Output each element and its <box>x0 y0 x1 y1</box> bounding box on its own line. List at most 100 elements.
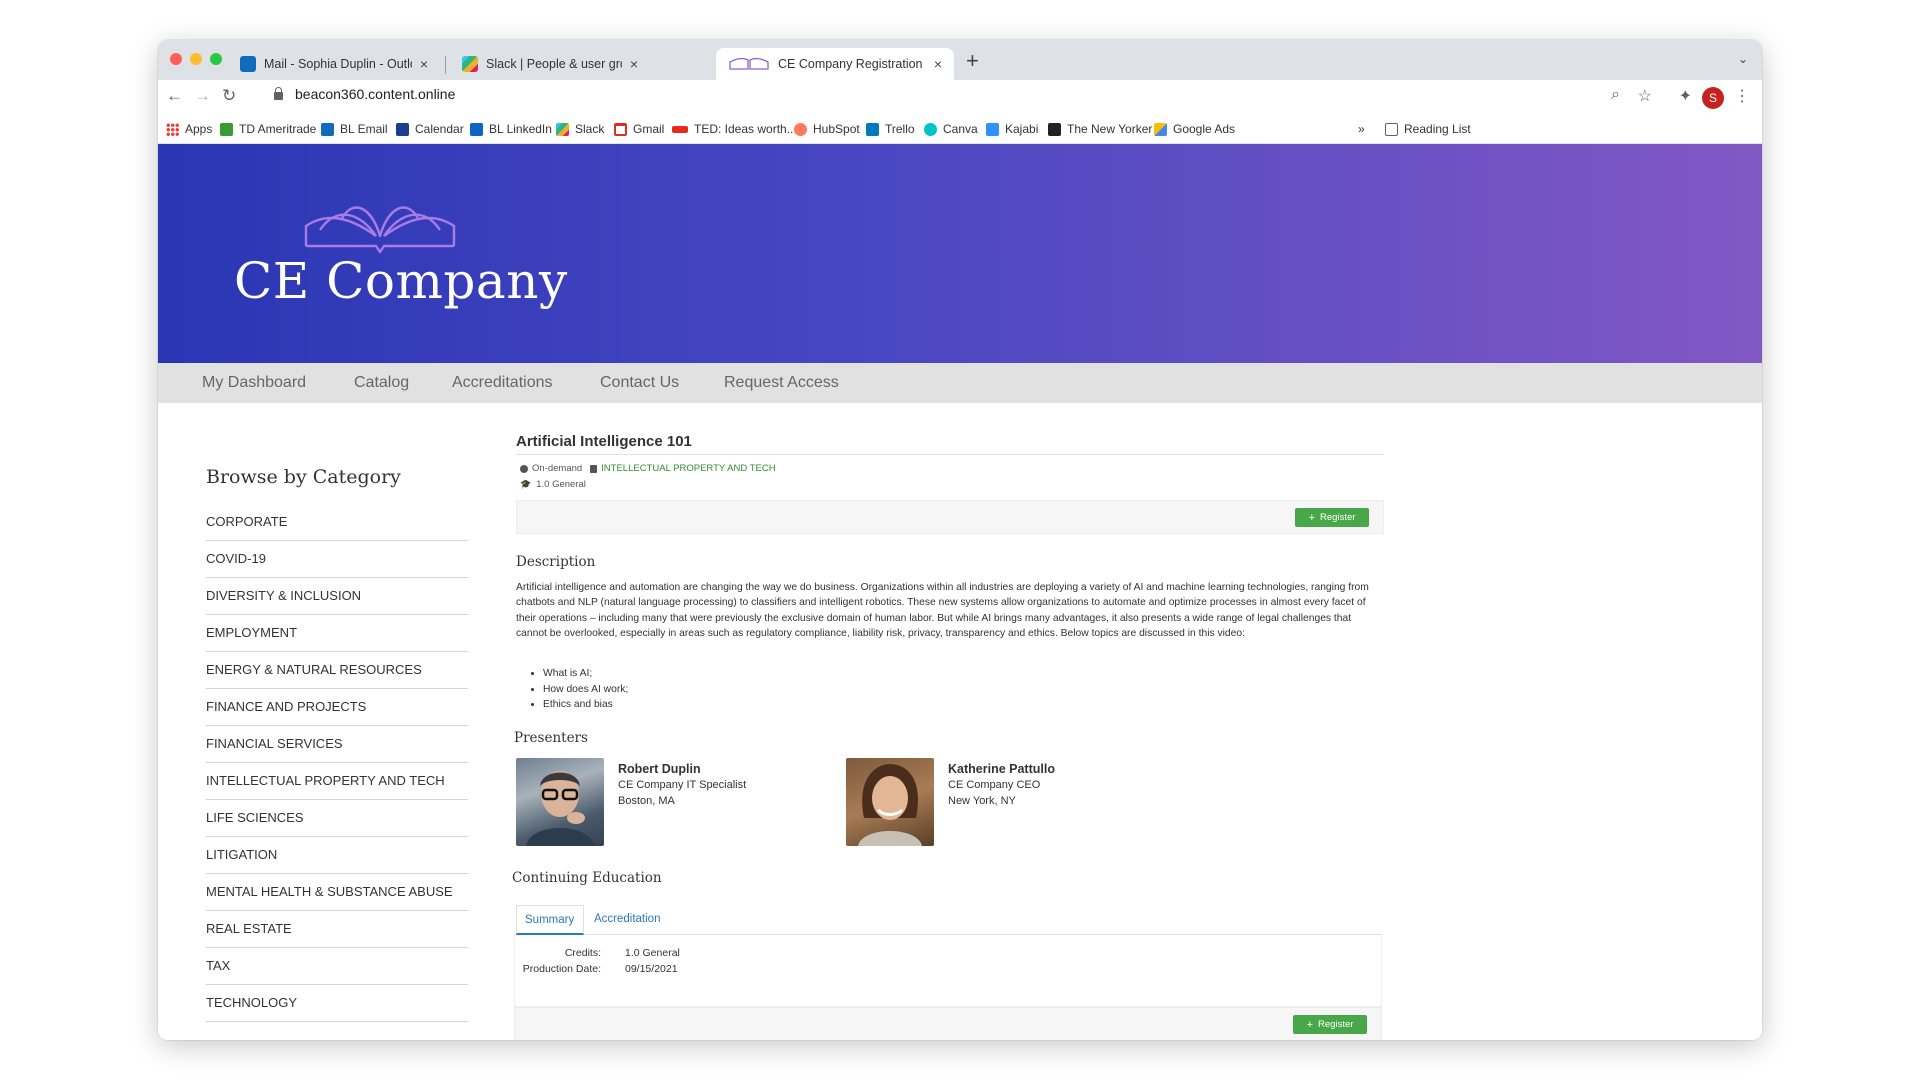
bookmark-gmail[interactable]: Gmail <box>614 122 664 136</box>
bookmark-trello[interactable]: Trello <box>866 122 915 136</box>
bookmark-label: Google Ads <box>1173 122 1236 136</box>
close-tab-icon[interactable]: × <box>420 56 428 72</box>
topics-list: What is AI; How does AI work; Ethics and… <box>543 666 628 713</box>
trello-icon <box>866 122 879 136</box>
plus-icon: + <box>1308 511 1316 524</box>
tab-slack[interactable]: Slack | People & user groups | × <box>450 48 650 80</box>
presenter-name: Katherine Pattullo <box>948 762 1055 776</box>
bookmark-kajabi[interactable]: Kajabi <box>986 122 1038 136</box>
register-bar-bottom: + Register <box>514 1007 1382 1040</box>
category-litigation[interactable]: LITIGATION <box>206 837 468 874</box>
nav-request-access[interactable]: Request Access <box>724 374 839 392</box>
category-employment[interactable]: EMPLOYMENT <box>206 615 468 652</box>
bookmark-hubspot[interactable]: HubSpot <box>794 122 860 136</box>
category-intellectual-property-and-tech[interactable]: INTELLECTUAL PROPERTY AND TECH <box>206 763 468 800</box>
hero-banner: CE Company <box>158 144 1762 363</box>
category-mental-health-substance-abuse[interactable]: MENTAL HEALTH & SUBSTANCE ABUSE <box>206 874 468 911</box>
bookmark-label: Kajabi <box>1005 122 1039 136</box>
category-real-estate[interactable]: REAL ESTATE <box>206 911 468 948</box>
nav-my-dashboard[interactable]: My Dashboard <box>202 374 306 392</box>
category-corporate[interactable]: CORPORATE <box>206 504 468 541</box>
tab-outlook[interactable]: Mail - Sophia Duplin - Outlook × <box>228 48 440 80</box>
tab-label: Slack | People & user groups | <box>486 57 622 71</box>
reading-list-button[interactable]: Reading List <box>1385 122 1471 136</box>
forward-icon[interactable]: → <box>194 86 211 106</box>
category-diversity-inclusion[interactable]: DIVERSITY & INCLUSION <box>206 578 468 615</box>
category-finance-and-projects[interactable]: FINANCE AND PROJECTS <box>206 689 468 726</box>
tab-summary[interactable]: Summary <box>516 905 584 935</box>
close-tab-icon[interactable]: × <box>934 56 942 72</box>
extensions-icon[interactable]: ✦ <box>1679 86 1692 106</box>
presenter-role: CE Company CEO <box>948 779 1041 791</box>
bookmark-google-ads[interactable]: Google Ads <box>1154 122 1235 136</box>
presenters-heading: Presenters <box>514 730 588 746</box>
production-date-label: Production Date: <box>522 963 601 975</box>
bookmark-calendar[interactable]: Calendar <box>396 122 464 136</box>
title-divider <box>516 454 1384 455</box>
bookmark-bl-email[interactable]: BL Email <box>321 122 388 136</box>
ted-icon <box>672 125 688 133</box>
info-icon <box>520 464 528 473</box>
reload-icon[interactable]: ↻ <box>222 86 236 106</box>
course-category-link[interactable]: INTELLECTUAL PROPERTY AND TECH <box>601 463 775 474</box>
main-nav: My Dashboard Catalog Accreditations Cont… <box>158 363 1762 403</box>
bookmark-label: BL LinkedIn <box>489 122 552 136</box>
register-button-bottom[interactable]: + Register <box>1293 1015 1367 1034</box>
profile-avatar[interactable]: S <box>1702 87 1724 109</box>
bookmark-slack[interactable]: Slack <box>556 122 604 136</box>
tab-divider <box>445 56 446 74</box>
bookmark-td-ameritrade[interactable]: TD Ameritrade <box>220 122 316 136</box>
category-life-sciences[interactable]: LIFE SCIENCES <box>206 800 468 837</box>
hubspot-icon <box>794 122 807 136</box>
bookmark-apps[interactable]: Apps <box>166 122 212 136</box>
maximize-window-icon[interactable] <box>210 53 222 65</box>
back-icon[interactable]: ← <box>166 86 183 106</box>
ce-tabs: Summary Accreditation <box>514 905 1382 935</box>
bookmark-label: Canva <box>943 122 978 136</box>
close-tab-icon[interactable]: × <box>630 56 638 72</box>
nav-catalog[interactable]: Catalog <box>354 374 409 392</box>
category-energy-natural-resources[interactable]: ENERGY & NATURAL RESOURCES <box>206 652 468 689</box>
bookmark-label: TED: Ideas worth... <box>694 122 797 136</box>
register-button-top[interactable]: + Register <box>1295 508 1369 527</box>
outlook-icon <box>240 56 256 72</box>
minimize-window-icon[interactable] <box>190 53 202 65</box>
course-meta-row: On-demand INTELLECTUAL PROPERTY AND TECH <box>520 463 776 474</box>
lock-icon <box>274 87 283 100</box>
bookmark-label: Gmail <box>633 122 665 136</box>
browser-window: Mail - Sophia Duplin - Outlook × Slack |… <box>158 40 1762 1040</box>
reading-list-icon <box>1385 122 1398 136</box>
bookmark-the-new-yorker[interactable]: The New Yorker <box>1048 122 1152 136</box>
presenter-photo <box>516 758 604 846</box>
presenter-location: Boston, MA <box>618 795 675 807</box>
list-item: Ethics and bias <box>543 697 628 713</box>
tab-search-icon[interactable]: ⌄ <box>1738 52 1748 66</box>
nav-accreditations[interactable]: Accreditations <box>452 374 553 392</box>
bookmark-canva[interactable]: Canva <box>924 122 978 136</box>
category-financial-services[interactable]: FINANCIAL SERVICES <box>206 726 468 763</box>
tab-accreditation[interactable]: Accreditation <box>586 905 668 935</box>
zoom-icon[interactable]: ⌕ <box>1611 86 1620 104</box>
book-logo-icon <box>729 57 769 70</box>
presenter-role: CE Company IT Specialist <box>618 779 747 791</box>
bookmark-star-icon[interactable]: ☆ <box>1638 86 1652 106</box>
category-technology[interactable]: TECHNOLOGY <box>206 985 468 1022</box>
nav-contact-us[interactable]: Contact Us <box>600 374 679 392</box>
tab-ce-company[interactable]: CE Company Registration × <box>716 48 954 80</box>
bookmark-ted[interactable]: TED: Ideas worth... <box>672 122 797 136</box>
td-ameritrade-icon <box>220 122 233 136</box>
category-covid-19[interactable]: COVID-19 <box>206 541 468 578</box>
menu-icon[interactable]: ⋮ <box>1734 86 1750 106</box>
tab-label: Mail - Sophia Duplin - Outlook <box>264 57 412 71</box>
bookmarks-overflow-button[interactable]: » <box>1358 122 1365 136</box>
address-bar[interactable]: beacon360.content.online <box>274 86 455 102</box>
category-tax[interactable]: TAX <box>206 948 468 985</box>
url-text: beacon360.content.online <box>295 86 456 102</box>
register-bar-top: + Register <box>516 500 1384 534</box>
tab-strip: Mail - Sophia Duplin - Outlook × Slack |… <box>158 40 1762 80</box>
plus-icon: + <box>1306 1018 1314 1031</box>
continuing-education-heading: Continuing Education <box>512 870 662 886</box>
bookmark-bl-linkedin[interactable]: BL LinkedIn <box>470 122 552 136</box>
new-tab-button[interactable]: + <box>966 48 979 74</box>
close-window-icon[interactable] <box>170 53 182 65</box>
